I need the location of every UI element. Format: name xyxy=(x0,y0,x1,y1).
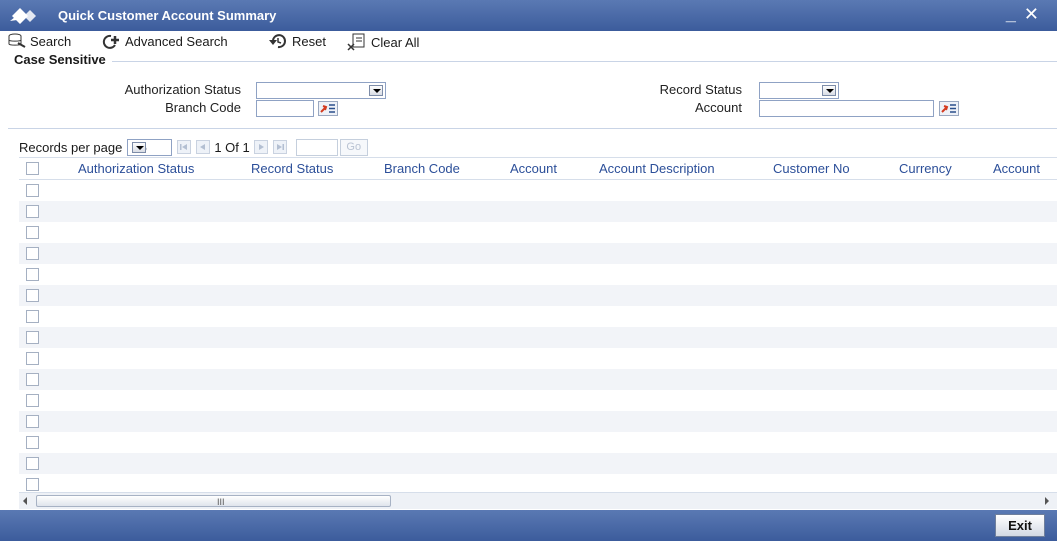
record-status-select[interactable] xyxy=(759,82,839,99)
account-lov-icon[interactable] xyxy=(939,101,959,116)
branch-code-label: Branch Code xyxy=(165,100,241,115)
row-checkbox[interactable] xyxy=(26,205,39,218)
row-checkbox[interactable] xyxy=(26,289,39,302)
go-button[interactable]: Go xyxy=(339,138,368,156)
app-logo-icon xyxy=(10,8,36,24)
horizontal-scrollbar[interactable]: III xyxy=(19,492,1057,509)
exit-button[interactable]: Exit xyxy=(995,514,1045,537)
table-row[interactable] xyxy=(19,201,1057,222)
row-checkbox[interactable] xyxy=(26,478,39,491)
row-checkbox[interactable] xyxy=(26,226,39,239)
reset-icon xyxy=(269,34,286,49)
table-row[interactable] xyxy=(19,327,1057,348)
scrollbar-thumb[interactable]: III xyxy=(36,495,391,507)
chevron-down-icon xyxy=(822,85,836,96)
table-row[interactable] xyxy=(19,306,1057,327)
branch-code-input[interactable] xyxy=(256,100,314,117)
table-row[interactable] xyxy=(19,390,1057,411)
page-info: 1 Of 1 xyxy=(214,139,250,155)
page-number-input[interactable] xyxy=(295,138,338,156)
reset-button[interactable]: Reset xyxy=(268,33,326,49)
row-checkbox[interactable] xyxy=(26,373,39,386)
form-divider xyxy=(8,128,1057,129)
chevron-down-icon xyxy=(132,141,147,153)
search-label: Search xyxy=(30,33,72,49)
column-header-authorization-status[interactable]: Authorization Status xyxy=(78,161,194,176)
row-checkbox[interactable] xyxy=(26,457,39,470)
clear-all-button[interactable]: Clear All xyxy=(347,33,419,51)
table-row[interactable] xyxy=(19,411,1057,432)
grid-header: Authorization Status Record Status Branc… xyxy=(19,158,1057,180)
search-icon xyxy=(8,33,26,48)
table-row[interactable] xyxy=(19,474,1057,492)
pagination-bar: Records per page 15 1 Of 1 Go xyxy=(19,137,368,157)
table-row[interactable] xyxy=(19,180,1057,201)
last-page-icon[interactable] xyxy=(273,140,288,155)
clear-all-icon xyxy=(347,33,365,51)
close-icon[interactable]: ✕ xyxy=(1024,4,1047,24)
previous-page-icon[interactable] xyxy=(195,140,210,155)
authorization-status-label: Authorization Status xyxy=(124,82,241,97)
column-header-customer-no[interactable]: Customer No xyxy=(773,161,850,176)
window-title: Quick Customer Account Summary xyxy=(58,8,277,23)
results-grid: Authorization Status Record Status Branc… xyxy=(19,157,1057,492)
table-row[interactable] xyxy=(19,369,1057,390)
column-header-branch-code[interactable]: Branch Code xyxy=(384,161,460,176)
minimize-icon[interactable]: _ xyxy=(1006,4,1024,24)
scroll-left-icon[interactable] xyxy=(23,497,27,505)
footer-bar: Exit xyxy=(0,510,1057,541)
records-per-page-select[interactable]: 15 xyxy=(127,138,173,156)
section-divider xyxy=(112,61,1057,62)
branch-code-lov-icon[interactable] xyxy=(318,101,338,116)
first-page-icon[interactable] xyxy=(176,140,191,155)
select-all-checkbox[interactable] xyxy=(26,162,39,175)
reset-label: Reset xyxy=(292,33,326,49)
window-controls[interactable]: _✕ xyxy=(1006,4,1047,25)
table-row[interactable] xyxy=(19,453,1057,474)
column-header-currency[interactable]: Currency xyxy=(899,161,952,176)
table-row[interactable] xyxy=(19,432,1057,453)
advanced-search-label: Advanced Search xyxy=(125,33,228,49)
search-button[interactable]: Search xyxy=(8,33,71,49)
table-row[interactable] xyxy=(19,243,1057,264)
toolbar: Search Advanced Search Reset Clear All xyxy=(0,31,1057,53)
table-row[interactable] xyxy=(19,348,1057,369)
column-header-account-description[interactable]: Account Description xyxy=(599,161,715,176)
table-row[interactable] xyxy=(19,222,1057,243)
row-checkbox[interactable] xyxy=(26,268,39,281)
account-label: Account xyxy=(695,100,742,115)
row-checkbox[interactable] xyxy=(26,394,39,407)
row-checkbox[interactable] xyxy=(26,352,39,365)
row-checkbox[interactable] xyxy=(26,247,39,260)
row-checkbox[interactable] xyxy=(26,415,39,428)
advanced-search-button[interactable]: Advanced Search xyxy=(101,33,228,49)
table-row[interactable] xyxy=(19,285,1057,306)
records-per-page-label: Records per page xyxy=(19,139,123,155)
row-checkbox[interactable] xyxy=(26,331,39,344)
clear-all-label: Clear All xyxy=(371,34,420,50)
record-status-label: Record Status xyxy=(659,82,742,97)
column-header-account[interactable]: Account xyxy=(510,161,557,176)
row-checkbox[interactable] xyxy=(26,436,39,449)
account-input[interactable] xyxy=(759,100,934,117)
chevron-down-icon xyxy=(369,85,383,96)
column-header-account-2[interactable]: Account xyxy=(993,161,1040,176)
authorization-status-select[interactable] xyxy=(256,82,386,99)
case-sensitive-label: Case Sensitive xyxy=(14,52,106,67)
scrollbar-grip: III xyxy=(217,497,225,507)
column-header-record-status[interactable]: Record Status xyxy=(251,161,333,176)
next-page-icon[interactable] xyxy=(254,140,269,155)
row-checkbox[interactable] xyxy=(26,184,39,197)
scroll-right-icon[interactable] xyxy=(1045,497,1049,505)
row-checkbox[interactable] xyxy=(26,310,39,323)
advanced-search-icon xyxy=(102,34,119,49)
window-title-bar: Quick Customer Account Summary _✕ xyxy=(0,0,1057,31)
table-row[interactable] xyxy=(19,264,1057,285)
